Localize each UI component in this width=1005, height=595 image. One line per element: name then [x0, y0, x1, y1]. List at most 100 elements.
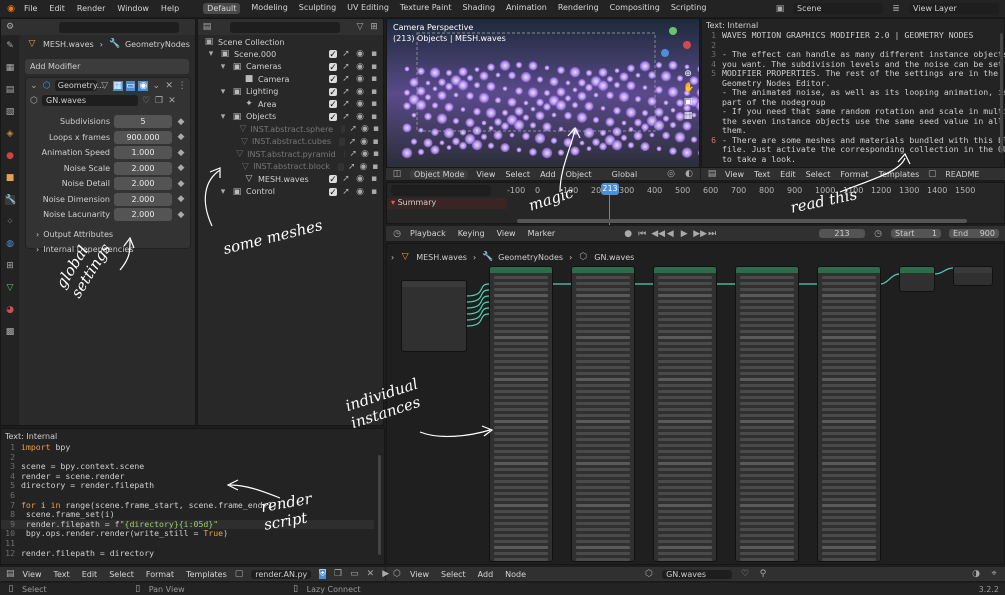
editor-type-icon[interactable]: ⬡ — [392, 569, 402, 579]
camera-view-icon[interactable]: ▣ — [683, 97, 693, 107]
tab-sculpting[interactable]: Sculpting — [299, 3, 336, 14]
include-checkbox[interactable] — [343, 150, 346, 159]
eye-icon[interactable]: ◉ — [355, 62, 365, 72]
script-file[interactable]: render.AN.py — [251, 569, 312, 579]
play-reverse-icon[interactable]: ◀ — [665, 229, 675, 239]
text-file-icon[interactable]: ▢ — [927, 169, 937, 179]
menu-render[interactable]: Render — [77, 4, 105, 13]
viewport-menu-add[interactable]: Add — [540, 170, 556, 179]
text-menu-edit[interactable]: Edit — [780, 170, 796, 179]
readme-text[interactable]: 1 WAVES MOTION GRAPHICS MODIFIER 2.0 | GE… — [702, 30, 1005, 164]
camera-render-icon[interactable]: ▪ — [369, 99, 379, 109]
keyframe-icon[interactable]: ◆ — [176, 194, 186, 204]
instance-node-frame[interactable] — [489, 266, 553, 562]
data-tab-icon[interactable]: ▽ — [5, 283, 15, 293]
tab-compositing[interactable]: Compositing — [610, 3, 660, 14]
editor-type-icon[interactable]: ⚙ — [5, 22, 15, 32]
eye-icon[interactable]: ◉ — [360, 137, 368, 147]
camera-render-icon[interactable]: ▪ — [369, 87, 379, 97]
physics-tab-icon[interactable]: ◍ — [5, 239, 15, 249]
eye-icon[interactable]: ◉ — [355, 112, 365, 122]
include-checkbox[interactable] — [337, 162, 344, 171]
select-arrow-icon[interactable]: ➚ — [341, 49, 351, 59]
tab-uv-editing[interactable]: UV Editing — [347, 3, 389, 14]
include-checkbox[interactable]: ✓ — [329, 175, 337, 185]
eye-icon[interactable]: ◉ — [355, 87, 365, 97]
menu-file[interactable]: File — [24, 4, 37, 13]
expand-arrow-icon[interactable]: ▾ — [218, 87, 228, 97]
camera-render-icon[interactable]: ▪ — [371, 162, 379, 172]
field-value[interactable]: 1.000 — [114, 146, 172, 159]
include-checkbox[interactable]: ✓ — [329, 50, 337, 60]
eye-icon[interactable]: ◉ — [355, 49, 365, 59]
current-frame-field[interactable]: 213 — [819, 229, 865, 238]
outliner-search[interactable] — [230, 21, 340, 33]
expand-arrow-icon[interactable] — [230, 174, 240, 184]
pin-icon[interactable]: ⚲ — [758, 569, 768, 579]
jump-keyframe-forward-icon[interactable]: ▶▶ — [693, 229, 707, 239]
text-menu-templates[interactable]: Templates — [879, 170, 920, 179]
menu-help[interactable]: Help — [161, 4, 179, 13]
timeline-menu-view[interactable]: View — [497, 229, 516, 238]
timeline-scrollbar[interactable] — [517, 219, 967, 223]
select-arrow-icon[interactable]: ➚ — [341, 87, 351, 97]
select-arrow-icon[interactable]: ➚ — [348, 162, 356, 172]
jump-keyframe-back-icon[interactable]: ◀◀ — [651, 229, 665, 239]
dropdown-icon[interactable]: ⌄ — [151, 81, 161, 91]
field-value[interactable]: 5 — [114, 115, 172, 128]
select-arrow-icon[interactable]: ➚ — [341, 99, 351, 109]
close-icon[interactable]: ✕ — [164, 81, 174, 91]
eye-icon[interactable]: ◉ — [355, 174, 365, 184]
timeline-menu-marker[interactable]: Marker — [528, 229, 556, 238]
eye-icon[interactable]: ◉ — [355, 74, 365, 84]
x-axis-icon[interactable] — [683, 41, 691, 49]
outliner-item[interactable]: ▽ INST.abstract.cubes ➚ ◉ ▪ — [198, 136, 383, 149]
render-icon[interactable]: ◉ — [138, 80, 149, 91]
node-menu-view[interactable]: View — [410, 570, 429, 579]
record-icon[interactable]: ● — [623, 229, 633, 239]
include-checkbox[interactable]: ✓ — [329, 187, 337, 198]
orientation-dropdown[interactable]: Global — [612, 170, 638, 179]
select-arrow-icon[interactable]: ➚ — [341, 187, 351, 197]
outliner-item[interactable]: ▾ ▣ Control ✓ ➚ ◉ ▪ — [198, 186, 383, 199]
mode-dropdown[interactable]: Object Mode — [410, 169, 469, 179]
outliner-item[interactable]: ▾ ▣ Lighting ✓ ➚ ◉ ▪ — [198, 86, 383, 99]
camera-render-icon[interactable]: ▪ — [369, 62, 379, 72]
instance-node-frame[interactable] — [653, 266, 717, 562]
editor-type-icon[interactable]: ◫ — [392, 169, 402, 179]
select-arrow-icon[interactable]: ➚ — [341, 112, 351, 122]
pan-icon[interactable]: ✋ — [683, 83, 694, 93]
eye-icon[interactable]: ◉ — [355, 187, 365, 197]
keyframe-icon[interactable]: ◆ — [176, 132, 186, 142]
scrollbar[interactable] — [1000, 33, 1003, 153]
expand-arrow-icon[interactable]: ▾ — [218, 187, 228, 197]
viewport-3d[interactable]: Camera Perspective (213) Objects | MESH.… — [386, 18, 700, 168]
playhead[interactable]: 213 — [601, 183, 619, 195]
unlink-icon[interactable]: ✕ — [167, 96, 177, 106]
realtime-icon[interactable]: ▭ — [125, 80, 136, 91]
instance-node-frame[interactable] — [571, 266, 635, 562]
node-menu-add[interactable]: Add — [478, 570, 494, 579]
drag-handle-icon[interactable]: ⋮ — [177, 81, 187, 91]
editor-type-icon[interactable]: ▤ — [707, 169, 717, 179]
tab-default[interactable]: Default — [203, 3, 241, 14]
open-file-icon[interactable]: ▭ — [350, 569, 359, 579]
keyframe-icon[interactable]: ◆ — [176, 163, 186, 173]
viewport-menu-view[interactable]: View — [476, 170, 495, 179]
menu-edit[interactable]: Edit — [49, 4, 65, 13]
node-editor[interactable]: › ▽ MESH.waves › 🔧 GeometryNodes › ⬡ GN.… — [386, 243, 1005, 565]
select-arrow-icon[interactable]: ➚ — [341, 62, 351, 72]
include-checkbox[interactable]: ✓ — [329, 75, 337, 85]
overlay-icon[interactable]: ◑ — [971, 569, 981, 579]
include-checkbox[interactable]: ✓ — [329, 100, 337, 110]
filter-icon[interactable]: ▽ — [355, 22, 365, 32]
tab-modeling[interactable]: Modeling — [251, 3, 287, 14]
select-arrow-icon[interactable]: ➚ — [349, 124, 357, 134]
outliner-item[interactable]: ✦ Area ✓ ➚ ◉ ▪ — [198, 98, 383, 111]
output-tab-icon[interactable]: ▤ — [5, 85, 15, 95]
outliner-item[interactable]: ▾ ▣ Objects ✓ ➚ ◉ ▪ — [198, 111, 383, 124]
timeline-menu-keying[interactable]: Keying — [458, 229, 485, 238]
modifier-tab-icon[interactable]: 🔧 — [5, 195, 16, 205]
text-menu-view[interactable]: View — [725, 170, 744, 179]
modifier-name-field[interactable]: Geometry... — [54, 80, 104, 91]
